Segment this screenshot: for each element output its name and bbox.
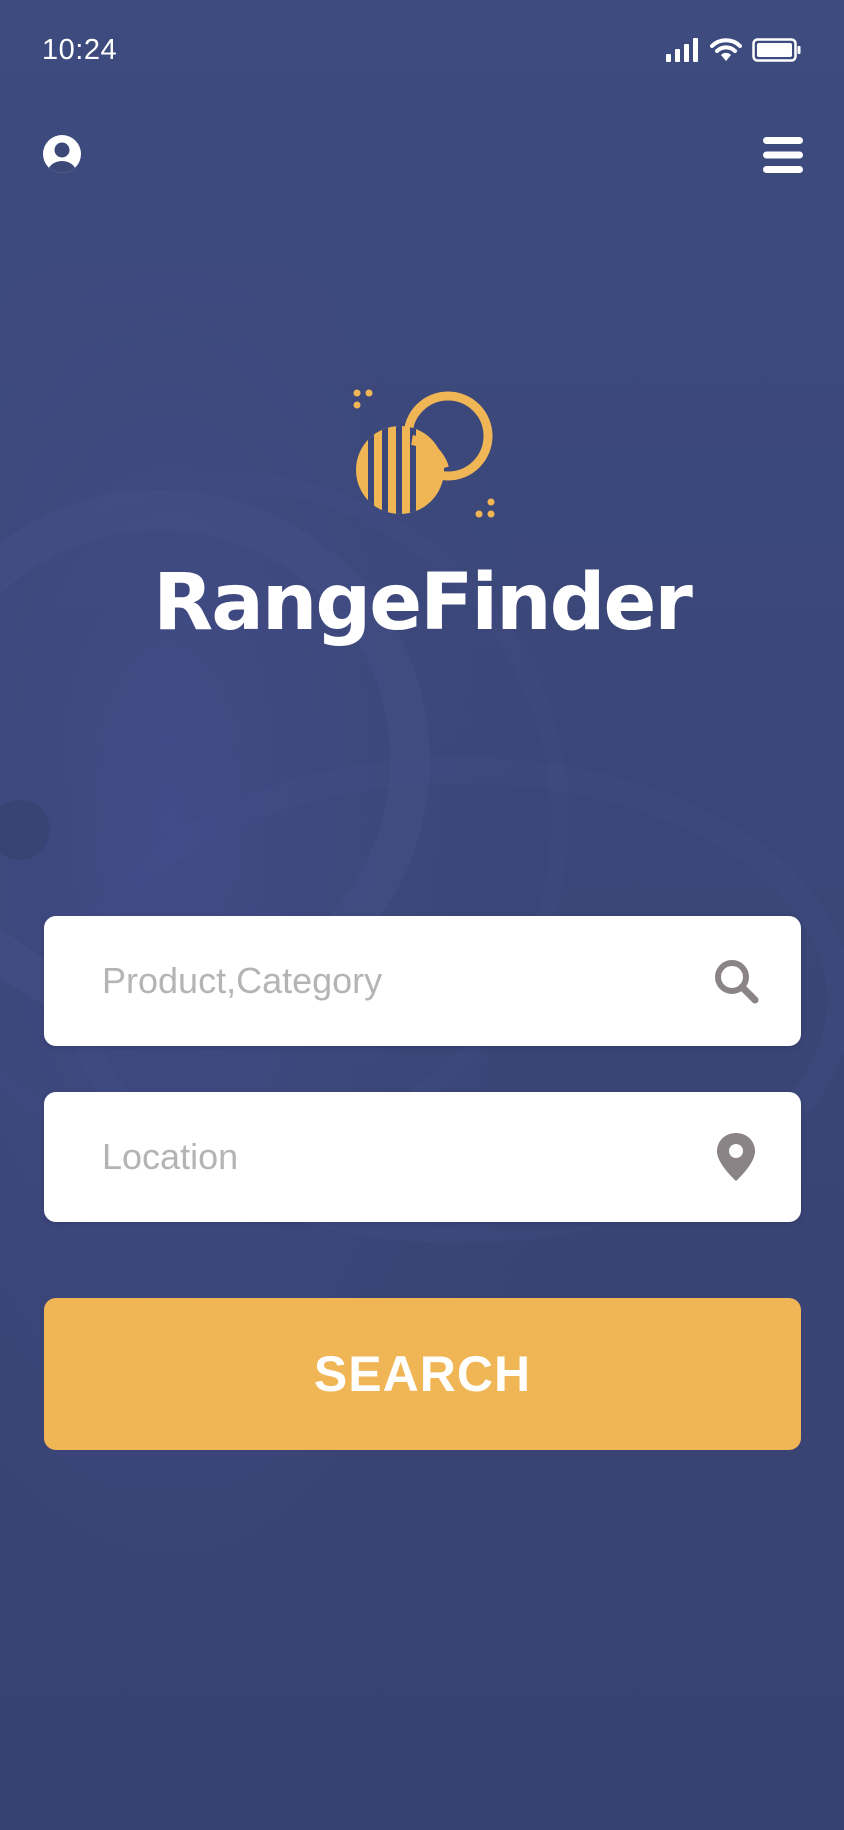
map-pin-icon: [717, 1133, 755, 1181]
search-icon: [715, 960, 759, 1004]
top-navigation: [0, 128, 844, 184]
product-search-icon-button[interactable]: [711, 956, 761, 1006]
background-decoration: [0, 0, 844, 1830]
status-bar: 10:24: [0, 0, 844, 104]
status-icons: [666, 38, 802, 62]
app-title: RangeFinder: [153, 558, 693, 648]
search-screen: 10:24 RangeFinder Product,Category Locat…: [0, 0, 844, 1830]
wifi-icon: [710, 38, 742, 61]
status-time: 10:24: [42, 34, 118, 66]
rangefinder-logo: [353, 389, 495, 518]
battery-icon: [752, 38, 801, 62]
product-input[interactable]: [102, 916, 682, 1046]
user-circle-icon: [43, 135, 81, 173]
product-search-field[interactable]: [44, 916, 801, 1046]
hamburger-menu-icon: [763, 137, 803, 173]
location-input[interactable]: [102, 1092, 682, 1222]
signal-icon: [666, 38, 698, 62]
search-button[interactable]: SEARCH: [44, 1298, 801, 1450]
location-field[interactable]: [44, 1092, 801, 1222]
location-pin-button[interactable]: [711, 1132, 761, 1182]
profile-button[interactable]: [40, 132, 84, 176]
menu-button[interactable]: [762, 134, 804, 176]
